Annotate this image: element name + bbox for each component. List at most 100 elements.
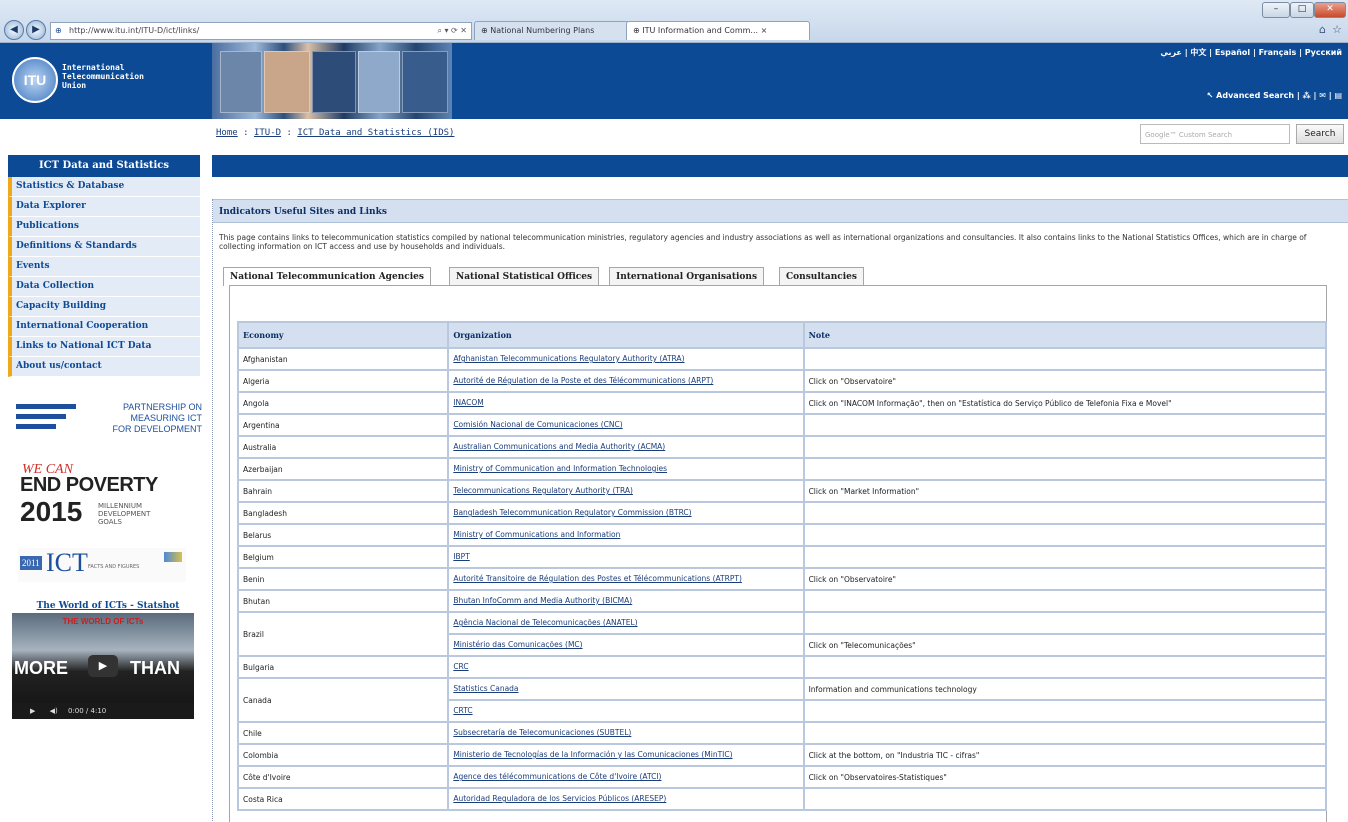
ict-flag-icon	[164, 552, 182, 562]
email-icon[interactable]: ✉	[1319, 91, 1326, 100]
cell-economy: Bahrain	[236, 479, 450, 503]
tab-label: ITU Information and Comm... ×	[642, 26, 768, 35]
tab-international-organisations[interactable]: International Organisations	[609, 267, 765, 285]
ict-subtitle: FACTS AND FIGURES	[88, 564, 140, 570]
cell-organization: Autoridad Reguladora de los Servicios Pú…	[447, 787, 805, 811]
organization-link[interactable]: Comisión Nacional de Comunicaciones (CNC…	[453, 416, 798, 434]
table-row: Bangladesh Bangladesh Telecommunication R…	[236, 501, 1328, 525]
cell-organization: Autorité de Régulation de la Poste et de…	[447, 369, 805, 393]
cell-economy: Benin	[236, 567, 450, 591]
sidebar-item-about-contact[interactable]: About us/contact	[8, 357, 200, 377]
browser-tab-numbering-plans[interactable]: ⊕ National Numbering Plans	[474, 21, 630, 40]
ict-word: ICT	[46, 548, 88, 577]
tab-national-telecommunication-agencies[interactable]: National Telecommunication Agencies	[223, 267, 431, 286]
organization-link[interactable]: Autoridad Reguladora de los Servicios Pú…	[453, 790, 798, 808]
organization-link[interactable]: Telecommunications Regulatory Authority …	[453, 482, 798, 500]
organization-link[interactable]: Bhutan InfoComm and Media Authority (BIC…	[453, 592, 798, 610]
cell-organization: Ministry of Communication and Informatio…	[447, 457, 805, 481]
cell-note: Click on "Observatoire"	[802, 369, 1328, 393]
breadcrumb-home[interactable]: Home	[216, 128, 238, 138]
cell-economy: Costa Rica	[236, 787, 450, 811]
search-button[interactable]: Search	[1296, 124, 1344, 144]
statshot-link[interactable]: The World of ICTs - Statshot	[10, 601, 206, 611]
organization-link[interactable]: Ministry of Communication and Informatio…	[453, 460, 798, 478]
organization-link[interactable]: Ministerio de Tecnologías de la Informac…	[453, 746, 798, 764]
table-body: Afghanistan Afghanistan Telecommunication…	[236, 347, 1328, 811]
cell-organization: Comisión Nacional de Comunicaciones (CNC…	[447, 413, 805, 437]
table-row: Azerbaijan Ministry of Communication and …	[236, 457, 1328, 481]
breadcrumb: Home : ITU-D : ICT Data and Statistics (…	[216, 128, 454, 138]
sidebar-item-statistics-database[interactable]: Statistics & Database	[8, 177, 200, 197]
sidebar-item-international-cooperation[interactable]: International Cooperation	[8, 317, 200, 337]
play-small-icon[interactable]: ▶	[30, 707, 35, 715]
cell-economy: Bangladesh	[236, 501, 450, 525]
sidebar-item-data-explorer[interactable]: Data Explorer	[8, 197, 200, 217]
table-row: Algeria Autorité de Régulation de la Post…	[236, 369, 1328, 393]
search-refresh-icon[interactable]: ⌕ ▾ ⟳ ✕	[437, 23, 467, 39]
logo-line: Union	[62, 81, 87, 90]
browser-tab-itu-ict[interactable]: ⊕ ITU Information and Comm... ×	[626, 21, 810, 40]
forward-button[interactable]: ▶	[26, 20, 46, 40]
address-bar[interactable]: ⊕ http://www.itu.int/ITU-D/ict/links/ ⌕ ▾…	[50, 22, 472, 40]
itu-logo[interactable]: ITU International Telecommunication Unio…	[12, 53, 202, 109]
advanced-search-link[interactable]: ↖ Advanced Search | ⁂ | ✉ | ▤	[1207, 91, 1342, 100]
cell-note	[802, 501, 1328, 525]
cell-note: Click on "Market Information"	[802, 479, 1328, 503]
breadcrumb-itud[interactable]: ITU-D	[254, 128, 281, 138]
sidebar-item-capacity-building[interactable]: Capacity Building	[8, 297, 200, 317]
back-button[interactable]: ◀	[4, 20, 24, 40]
organization-link[interactable]: Statistics Canada	[453, 680, 798, 698]
end-poverty-banner[interactable]: WE CAN END POVERTY 2015 MILLENNIUM DEVEL…	[18, 460, 186, 532]
table-row: Costa Rica Autoridad Reguladora de los Se…	[236, 787, 1328, 811]
organization-link[interactable]: INACOM	[453, 394, 798, 412]
itu-logo-text: International Telecommunication Union	[62, 63, 144, 90]
cell-note	[802, 611, 1328, 635]
cell-organization: Bangladesh Telecommunication Regulatory …	[447, 501, 805, 525]
close-window-button[interactable]: ✕	[1314, 2, 1346, 18]
tab-consultancies[interactable]: Consultancies	[779, 267, 864, 285]
favorites-star-icon[interactable]: ☆	[1332, 23, 1342, 36]
organization-link[interactable]: CRTC	[453, 702, 798, 720]
cell-note	[802, 721, 1328, 745]
print-icon[interactable]: ▤	[1334, 91, 1342, 100]
cell-organization: Telecommunications Regulatory Authority …	[447, 479, 805, 503]
organization-link[interactable]: Afghanistan Telecommunications Regulator…	[453, 350, 798, 368]
organization-link[interactable]: Ministério das Comunicações (MC)	[453, 636, 798, 654]
organization-link[interactable]: Bangladesh Telecommunication Regulatory …	[453, 504, 798, 522]
language-links[interactable]: عربي | 中文 | Español | Français | Русский	[1160, 47, 1342, 58]
organization-link[interactable]: IBPT	[453, 548, 798, 566]
organization-link[interactable]: Subsecretaría de Telecomunicaciones (SUB…	[453, 724, 798, 742]
video-controls[interactable]: ▶ ◀) 0:00 / 4:10	[12, 703, 194, 719]
home-icon[interactable]: ⌂	[1319, 23, 1326, 36]
organization-link[interactable]: Ministry of Communications and Informati…	[453, 526, 798, 544]
sidebar-item-data-collection[interactable]: Data Collection	[8, 277, 200, 297]
organization-link[interactable]: Autorité Transitoire de Régulation des P…	[453, 570, 798, 588]
sidebar-item-links-national-ict[interactable]: Links to National ICT Data	[8, 337, 200, 357]
table-row: Brazil Agência Nacional de Telecomunicaçõ…	[236, 611, 1328, 657]
intro-text: This page contains links to telecommunic…	[219, 233, 1307, 251]
cell-economy: Belarus	[236, 523, 450, 547]
search-input[interactable]: Google™ Custom Search	[1140, 124, 1290, 144]
cell-note: Click at the bottom, on "Industria TIC -…	[802, 743, 1328, 767]
video-player[interactable]: THE WORLD OF ICTs MORE ▶ THAN ▶ ◀) 0:00 …	[12, 613, 194, 719]
organization-link[interactable]: Australian Communications and Media Auth…	[453, 438, 798, 456]
partnership-banner[interactable]: PARTNERSHIP ON MEASURING ICT FOR DEVELOP…	[16, 400, 206, 448]
organization-link[interactable]: Agence des télécommunications de Côte d'…	[453, 768, 798, 786]
cell-economy: Canada	[236, 677, 450, 723]
cell-organization: Ministry of Communications and Informati…	[447, 523, 805, 547]
ict-facts-banner[interactable]: 2011 ICT FACTS AND FIGURES	[18, 548, 186, 582]
sidebar-item-publications[interactable]: Publications	[8, 217, 200, 237]
sitemap-icon[interactable]: ⁂	[1303, 91, 1311, 100]
organization-link[interactable]: CRC	[453, 658, 798, 676]
breadcrumb-current[interactable]: ICT Data and Statistics (IDS)	[297, 128, 454, 138]
minimize-button[interactable]: –	[1262, 2, 1290, 18]
volume-icon[interactable]: ◀)	[50, 707, 58, 715]
organization-link[interactable]: Agência Nacional de Telecomunicações (AN…	[453, 614, 798, 632]
sidebar-item-definitions-standards[interactable]: Definitions & Standards	[8, 237, 200, 257]
tab-national-statistical-offices[interactable]: National Statistical Offices	[449, 267, 600, 285]
play-icon[interactable]: ▶	[88, 655, 118, 677]
organization-link[interactable]: Autorité de Régulation de la Poste et de…	[453, 372, 798, 390]
sidebar-item-events[interactable]: Events	[8, 257, 200, 277]
cell-organization: Bhutan InfoComm and Media Authority (BIC…	[447, 589, 805, 613]
maximize-button[interactable]: □	[1290, 2, 1314, 18]
